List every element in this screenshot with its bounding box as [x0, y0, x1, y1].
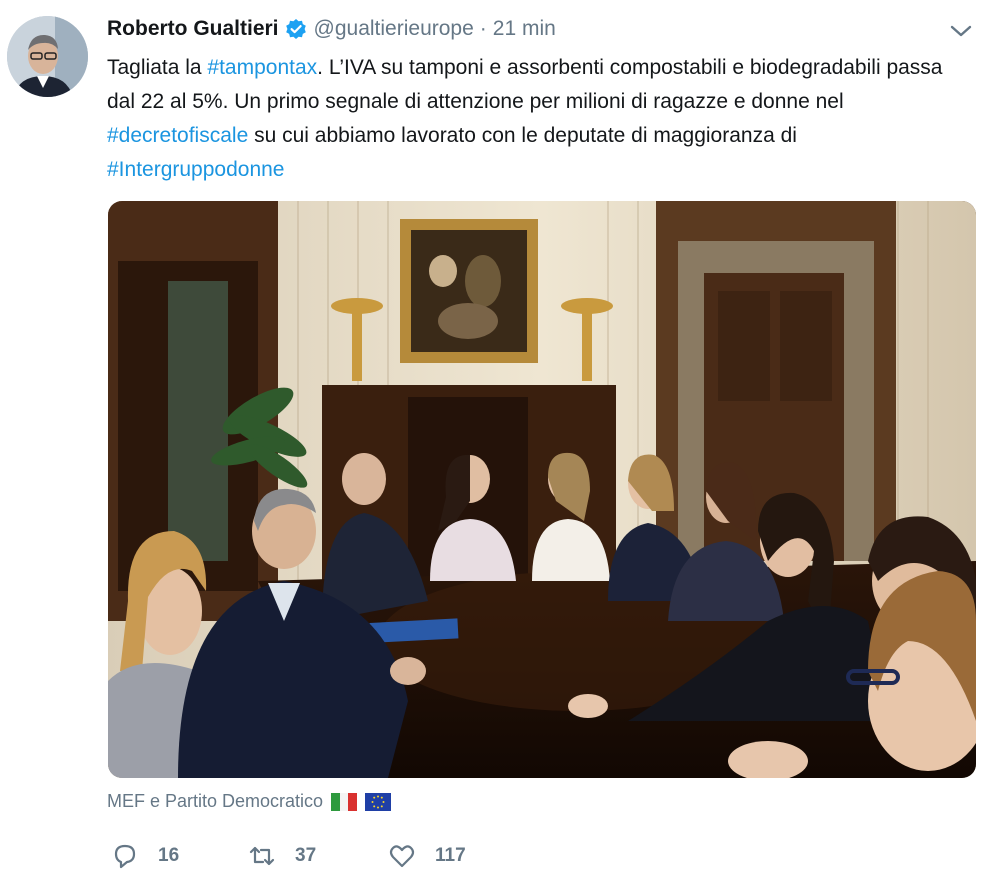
italy-flag-icon: [331, 792, 358, 811]
tagged-accounts[interactable]: MEF e Partito Democratico: [107, 791, 392, 812]
heart-icon: [387, 841, 417, 871]
tweet-actions: 16 37 117: [107, 838, 707, 874]
tweet-text-part: Tagliata la: [107, 56, 208, 79]
tweet-text-part: su cui abbiamo lavorato con le deputate …: [248, 124, 797, 147]
retweet-button[interactable]: 37: [247, 838, 316, 874]
tweet-timestamp[interactable]: 21 min: [493, 17, 556, 41]
hashtag-link[interactable]: #tampontax: [207, 56, 317, 79]
tweet-text: Tagliata la #tampontax. L’IVA su tamponi…: [107, 51, 967, 187]
hashtag-link[interactable]: #decretofiscale: [107, 124, 248, 147]
like-count: 117: [435, 845, 466, 866]
reply-icon: [110, 841, 140, 871]
eu-flag-icon: [365, 792, 392, 811]
author-handle[interactable]: @gualtierieurope: [314, 17, 474, 41]
retweet-icon: [247, 841, 277, 871]
header-separator: ·: [479, 17, 487, 40]
author-name[interactable]: Roberto Gualtieri: [107, 17, 279, 41]
reply-button[interactable]: 16: [110, 838, 179, 874]
chevron-down-icon[interactable]: [948, 22, 974, 40]
tagged-accounts-label[interactable]: MEF e Partito Democratico: [107, 791, 323, 812]
hashtag-link[interactable]: #Intergruppodonne: [107, 158, 285, 181]
like-button[interactable]: 117: [387, 838, 466, 874]
reply-count: 16: [158, 845, 180, 866]
tweet-header: Roberto Gualtieri @gualtierieurope · 21 …: [107, 14, 556, 44]
author-avatar[interactable]: [7, 16, 88, 97]
tweet-photo[interactable]: [108, 201, 976, 778]
retweet-count: 37: [295, 845, 317, 866]
verified-badge-icon: [285, 18, 307, 40]
